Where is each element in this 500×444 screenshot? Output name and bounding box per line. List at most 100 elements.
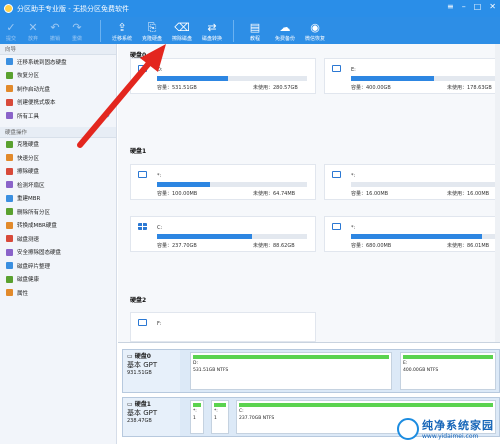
disk-map-row[interactable]: ▭ 硬盘0 基本 GPT 931.51GB D: 531.51GB NTFS E: 400.…	[122, 349, 500, 393]
sidebar-item-label: 擦除硬盘	[17, 169, 40, 176]
disk-map-partition[interactable]: E: 400.00GB NTFS	[400, 352, 496, 390]
toolbar-button-4[interactable]: ⇪ 迁移系统	[107, 17, 137, 44]
sidebar-wizard-item[interactable]: 迁移系统到固态硬盘	[0, 55, 116, 69]
toolbar-label: 迁移系统	[111, 36, 132, 42]
windows-icon	[138, 223, 147, 230]
partition-card[interactable]: F:	[130, 312, 316, 342]
sidebar-item-icon	[6, 194, 13, 202]
sidebar-op-item[interactable]: 磁盘健康	[0, 273, 116, 287]
disk-header: 硬盘2	[130, 297, 147, 304]
disk-map-disk-name: ▭ 硬盘1	[127, 401, 151, 408]
toolbar-label: 提交	[5, 36, 16, 42]
toolbar-icon-7: ⇄	[207, 21, 217, 34]
partition-card[interactable]: *: 容量：16.00MB 未使用：16.00MB	[324, 164, 500, 200]
sidebar-item-label: 恢复分区	[17, 73, 40, 80]
toolbar-button-7[interactable]: ⇄ 磁盘转换	[197, 17, 227, 44]
partition-usage-bar	[193, 355, 389, 359]
usage-bar	[351, 76, 500, 81]
sidebar-item-icon	[6, 235, 13, 243]
disk-map-disk-label: 硬盘1	[134, 401, 151, 408]
free-space-text: 未使用：280.57GB	[253, 85, 298, 91]
capacity-text: 容量：100.00MB	[157, 191, 198, 197]
sidebar-item-icon	[6, 140, 13, 148]
disk-map-partition-name: *:	[193, 409, 197, 414]
sidebar-op-item[interactable]: 属性	[0, 286, 116, 300]
watermark-logo-icon	[397, 417, 419, 440]
partition-card[interactable]: E: 容量：400.00GB 未使用：178.63GB	[324, 58, 500, 94]
toolbar-icon-0: ✓	[6, 21, 16, 34]
capacity-text: 容量：531.51GB	[157, 85, 197, 91]
drive-icon	[138, 65, 147, 72]
partition-name: D:	[157, 67, 163, 73]
toolbar-button-1[interactable]: ✕ 放弃	[22, 17, 44, 44]
watermark-url: www.yidaimei.com	[422, 433, 479, 440]
partition-card[interactable]: *: 容量：100.00MB 未使用：64.74MB	[130, 164, 316, 200]
drive-icon	[332, 171, 341, 178]
sidebar-item-icon	[6, 58, 13, 66]
sidebar-item-icon	[6, 208, 13, 216]
partition-card[interactable]: D: 容量：531.51GB 未使用：280.57GB	[130, 58, 316, 94]
toolbar-button-0[interactable]: ✓ 提交	[0, 17, 22, 44]
toolbar-label: 教程	[249, 36, 260, 42]
app-logo-icon	[4, 4, 13, 13]
usage-bar-fill	[351, 234, 482, 239]
sidebar-op-item[interactable]: 删除所有分区	[0, 205, 116, 219]
sidebar-op-item[interactable]: 磁盘测速	[0, 232, 116, 246]
toolbar-button-3[interactable]: ↷ 重做	[66, 17, 88, 44]
vertical-scrollbar[interactable]	[495, 44, 500, 342]
sidebar-op-item[interactable]: 快速分区	[0, 151, 116, 165]
toolbar-button-6[interactable]: ⌫ 擦除磁盘	[167, 17, 197, 44]
toolbar-button-8[interactable]: ▤ 教程	[240, 17, 270, 44]
close-icon[interactable]: ✕	[489, 2, 496, 11]
sidebar-op-item[interactable]: 重建MBR	[0, 192, 116, 206]
sidebar-wizard-item[interactable]: 制作启动光盘	[0, 82, 116, 96]
toolbar-button-2[interactable]: ↶ 撤销	[44, 17, 66, 44]
free-space-text: 未使用：86.01MB	[447, 243, 490, 249]
disk-map-partition-info: 531.51GB NTFS	[193, 368, 229, 373]
sidebar-item-icon	[6, 167, 13, 175]
disk-map-disk-name: ▭ 硬盘0	[127, 353, 151, 360]
sidebar-op-item[interactable]: 转换成MBR硬盘	[0, 219, 116, 233]
disk-map-partition[interactable]: *: 1	[211, 400, 229, 434]
partition-card[interactable]: *: 容量：680.00MB 未使用：86.01MB	[324, 216, 500, 252]
disk-map-partition[interactable]: *: 1	[190, 400, 204, 434]
partition-usage-bar	[193, 403, 201, 407]
toolbar-icon-8: ▤	[249, 21, 261, 34]
disk-map-disk-label: 硬盘0	[134, 353, 151, 360]
disk-map-partition[interactable]: D: 531.51GB NTFS	[190, 352, 392, 390]
sidebar-op-item[interactable]: 检测坏扇区	[0, 178, 116, 192]
sidebar-wizard-item[interactable]: 恢复分区	[0, 69, 116, 83]
partition-name: *:	[157, 173, 162, 179]
maximize-icon[interactable]: □	[474, 2, 482, 11]
toolbar-label: 放弃	[27, 36, 38, 42]
sidebar-wizard-item[interactable]: 创建便携式版本	[0, 96, 116, 110]
drive-icon	[138, 171, 147, 178]
sidebar-item-icon	[6, 262, 13, 270]
usage-bar	[351, 182, 500, 187]
menu-icon[interactable]: ≡	[447, 2, 454, 11]
wizard-list: 迁移系统到固态硬盘恢复分区制作启动光盘 创建便携式版本 所有工具 ›	[0, 55, 116, 123]
toolbar-label: 擦除磁盘	[171, 36, 192, 42]
sidebar-op-item[interactable]: 擦除硬盘	[0, 165, 116, 179]
sidebar-op-item[interactable]: 克隆硬盘	[0, 138, 116, 152]
toolbar-icon-4: ⇪	[117, 21, 127, 34]
sidebar-item-icon	[6, 181, 13, 189]
sidebar-op-item[interactable]: 磁盘碎片整理	[0, 259, 116, 273]
sidebar-wizard-item[interactable]: 所有工具 ›	[0, 109, 116, 123]
toolbar-button-9[interactable]: ☁ 免费备份	[270, 17, 300, 44]
toolbar-button-10[interactable]: ◉ 微信恢复	[300, 17, 330, 44]
sidebar-item-icon	[6, 221, 13, 229]
sidebar-op-item[interactable]: 安全擦除固态硬盘	[0, 246, 116, 260]
partition-name: F:	[157, 321, 162, 327]
minimize-icon[interactable]: –	[462, 2, 466, 11]
sidebar-item-icon	[6, 112, 13, 120]
toolbar-icon-1: ✕	[28, 21, 38, 34]
toolbar-button-5[interactable]: ⎘ 克隆硬盘	[137, 17, 167, 44]
disk-ops-list: 克隆硬盘 快速分区擦除硬盘检测坏扇区 重建MBR 删除所有分区 转换成MBR硬盘 磁盘测速…	[0, 138, 116, 300]
chevron-right-icon: ›	[106, 111, 110, 121]
partition-card[interactable]: C: 容量：237.70GB 未使用：88.62GB	[130, 216, 316, 252]
toolbar-label: 克隆硬盘	[141, 36, 162, 42]
drive-icon	[332, 65, 341, 72]
disk-map-partition-info: 1	[214, 416, 217, 421]
disk-map-type: 基本 GPT	[127, 409, 158, 417]
